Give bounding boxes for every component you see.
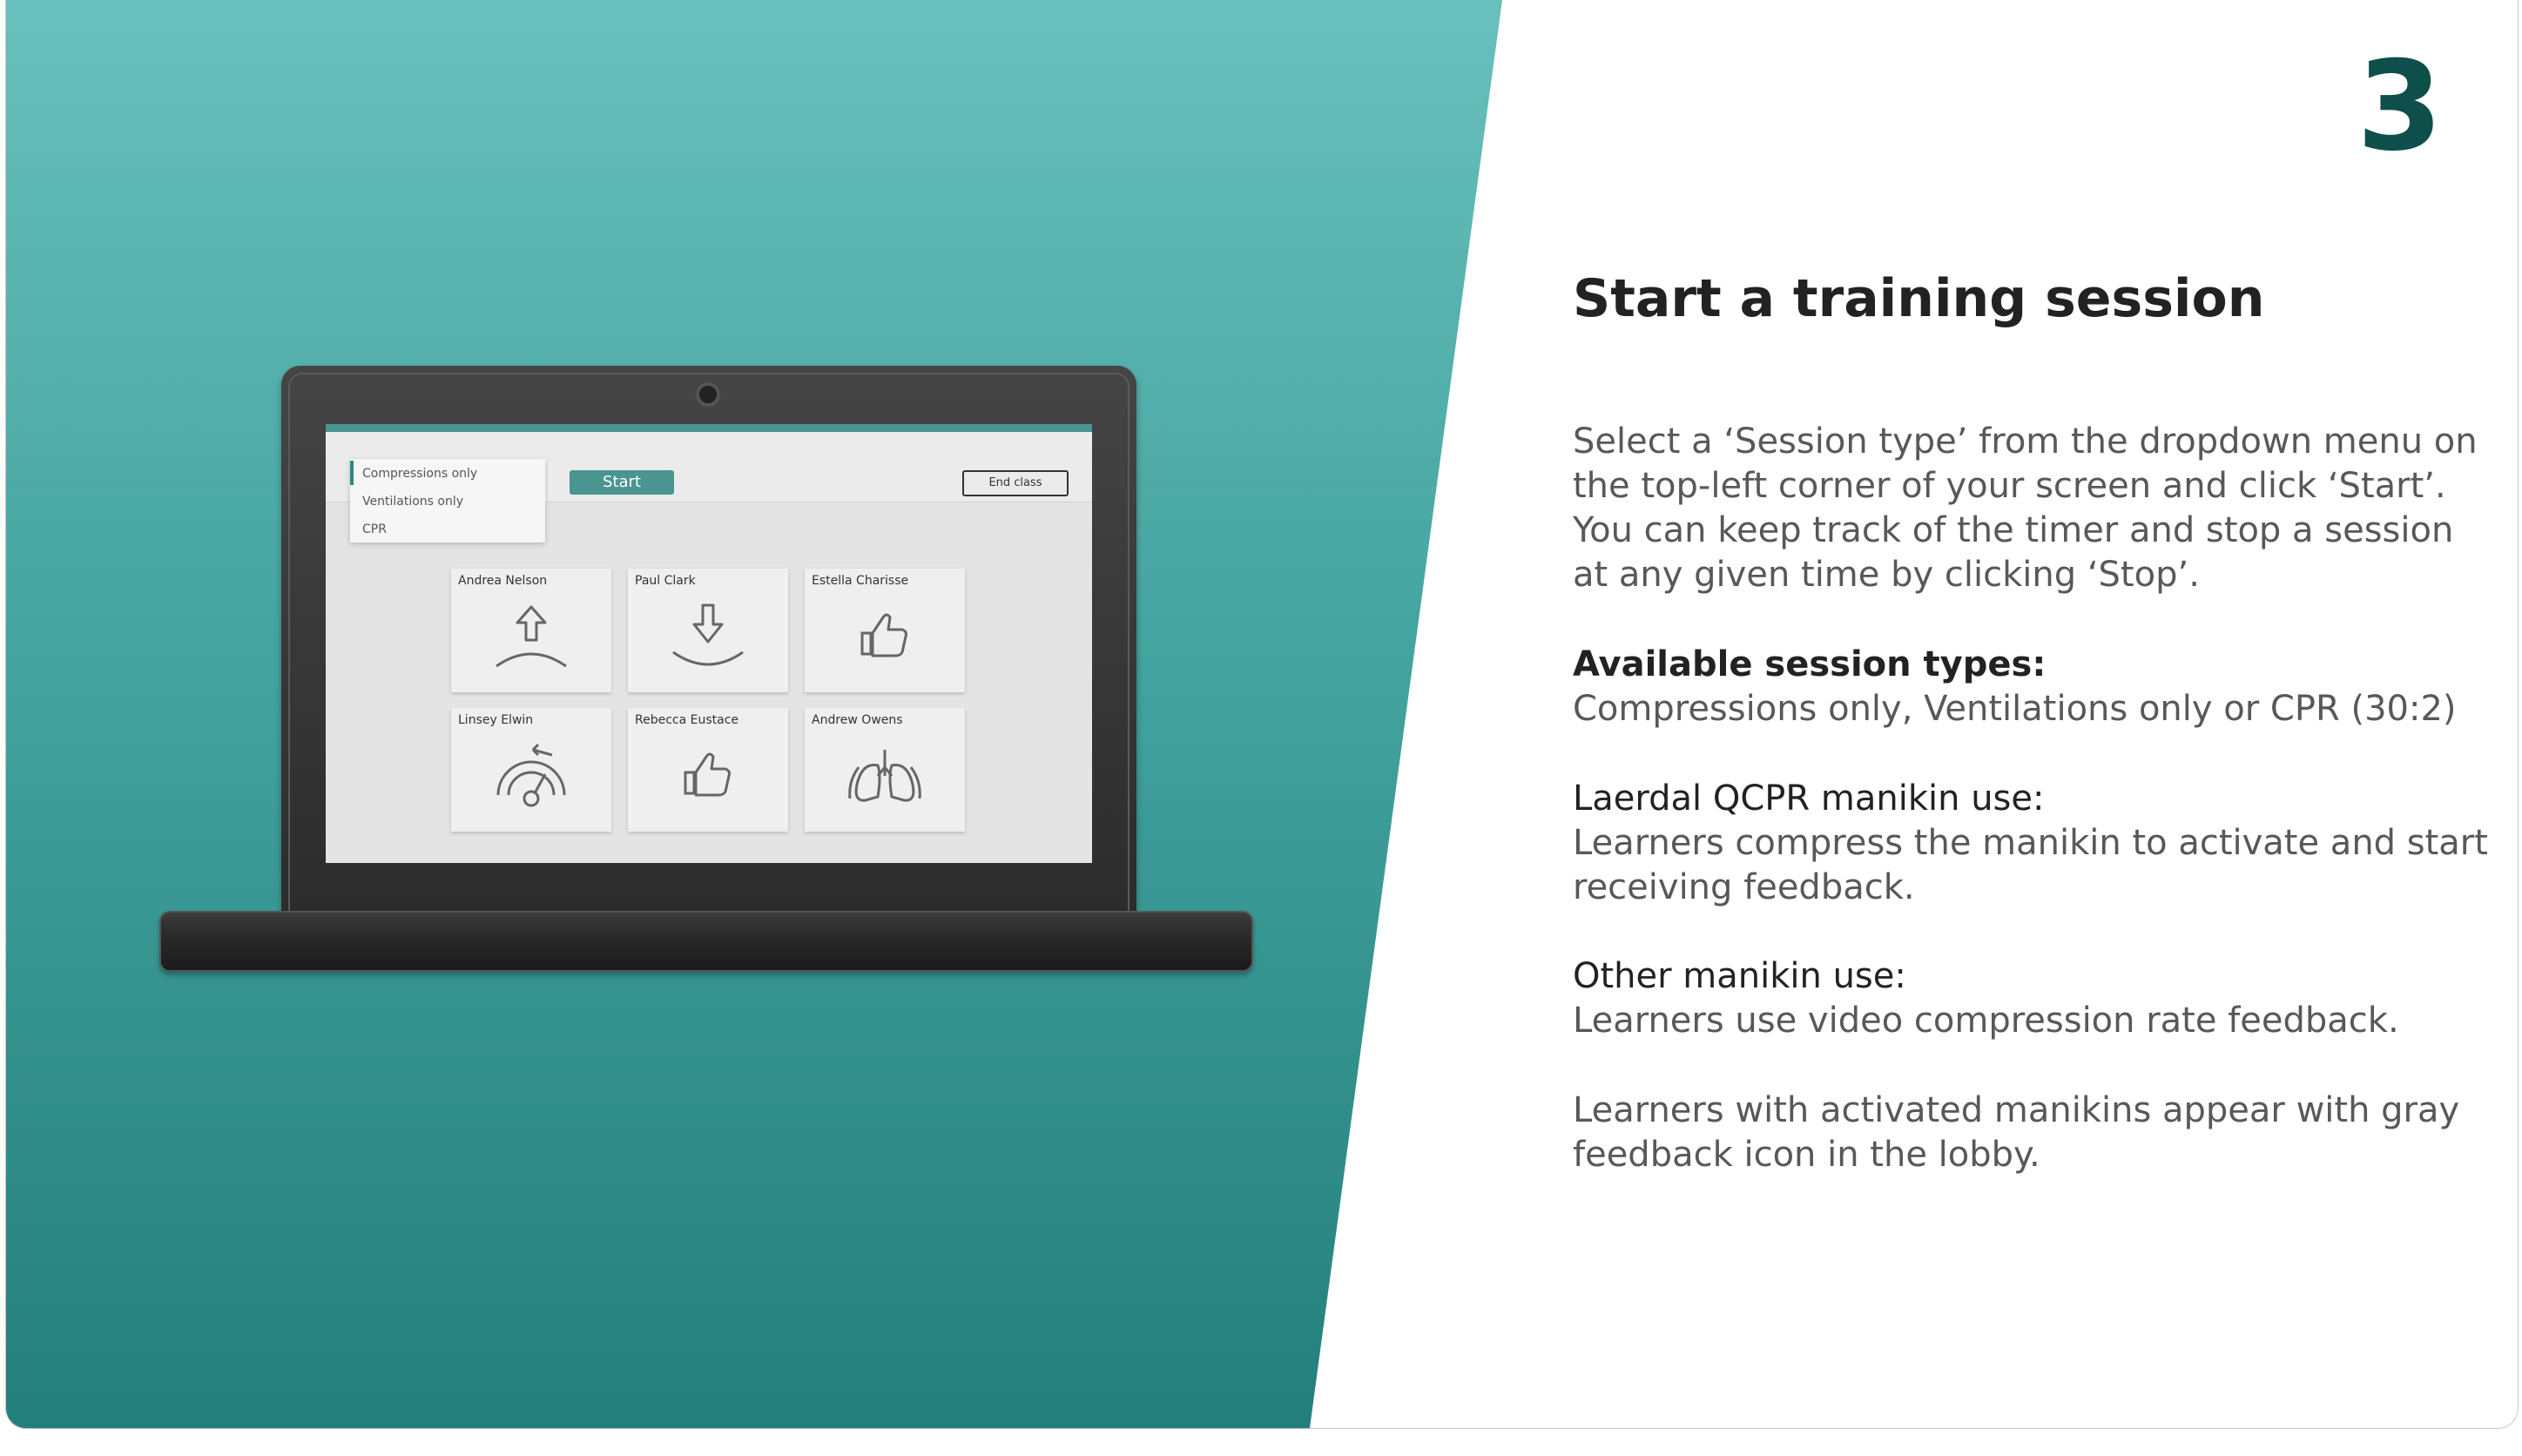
qcpr-heading: Laerdal QCPR manikin use: (1573, 779, 2045, 819)
learner-name: Paul Clark (635, 574, 696, 588)
learner-name: Estella Charisse (812, 574, 909, 588)
laptop-screen: Compressions only Ventilations only CPR … (326, 424, 1092, 863)
other-manikin-section: Other manikin use: Learners use video co… (1573, 954, 2496, 1043)
session-types-section: Available session types: Compressions on… (1573, 643, 2496, 731)
session-type-dropdown[interactable]: Compressions only Ventilations only CPR (350, 459, 545, 543)
page-number: 3 (2357, 35, 2443, 179)
learner-name: Rebecca Eustace (635, 713, 739, 727)
learner-name: Andrew Owens (812, 713, 903, 727)
app-top-bar (326, 424, 1092, 432)
thumbs-up-icon (684, 752, 731, 797)
learner-name: Linsey Elwin (458, 713, 534, 727)
gauge-icon (496, 743, 566, 807)
intro-paragraph: Select a ‘Session type’ from the dropdow… (1573, 421, 2478, 595)
session-types-heading: Available session types: (1573, 644, 2047, 684)
learner-card[interactable]: Estella Charisse (805, 569, 965, 692)
dropdown-option-compressions[interactable]: Compressions only (362, 467, 477, 481)
qcpr-section: Laerdal QCPR manikin use: Learners compr… (1573, 777, 2496, 910)
dropdown-option-cpr[interactable]: CPR (362, 522, 387, 536)
other-heading: Other manikin use: (1573, 956, 1906, 996)
learner-card[interactable]: Linsey Elwin (451, 708, 611, 832)
learner-card[interactable]: Andrew Owens (805, 708, 965, 832)
slide-title: Start a training session (1573, 268, 2265, 329)
thumbs-up-icon (860, 613, 907, 657)
selected-indicator (350, 461, 354, 485)
learner-card[interactable]: Andrea Nelson (451, 569, 611, 692)
camera-icon (696, 382, 720, 407)
laptop-base (159, 911, 1253, 972)
arrow-up-icon (496, 605, 567, 668)
qcpr-text: Learners compress the manikin to activat… (1573, 823, 2488, 907)
session-types-text: Compressions only, Ventilations only or … (1573, 689, 2457, 729)
learner-card[interactable]: Paul Clark (628, 569, 788, 692)
end-class-button[interactable]: End class (962, 470, 1069, 496)
learner-name: Andrea Nelson (458, 574, 548, 588)
lungs-icon (848, 750, 921, 802)
slide: Compressions only Ventilations only CPR … (5, 0, 2519, 1429)
other-text: Learners use video compression rate feed… (1573, 1001, 2399, 1041)
arrow-down-icon (672, 603, 744, 666)
activated-note: Learners with activated manikins appear … (1573, 1090, 2460, 1175)
learner-card[interactable]: Rebecca Eustace (628, 708, 788, 832)
start-button[interactable]: Start (570, 470, 674, 495)
dropdown-option-ventilations[interactable]: Ventilations only (362, 495, 463, 509)
